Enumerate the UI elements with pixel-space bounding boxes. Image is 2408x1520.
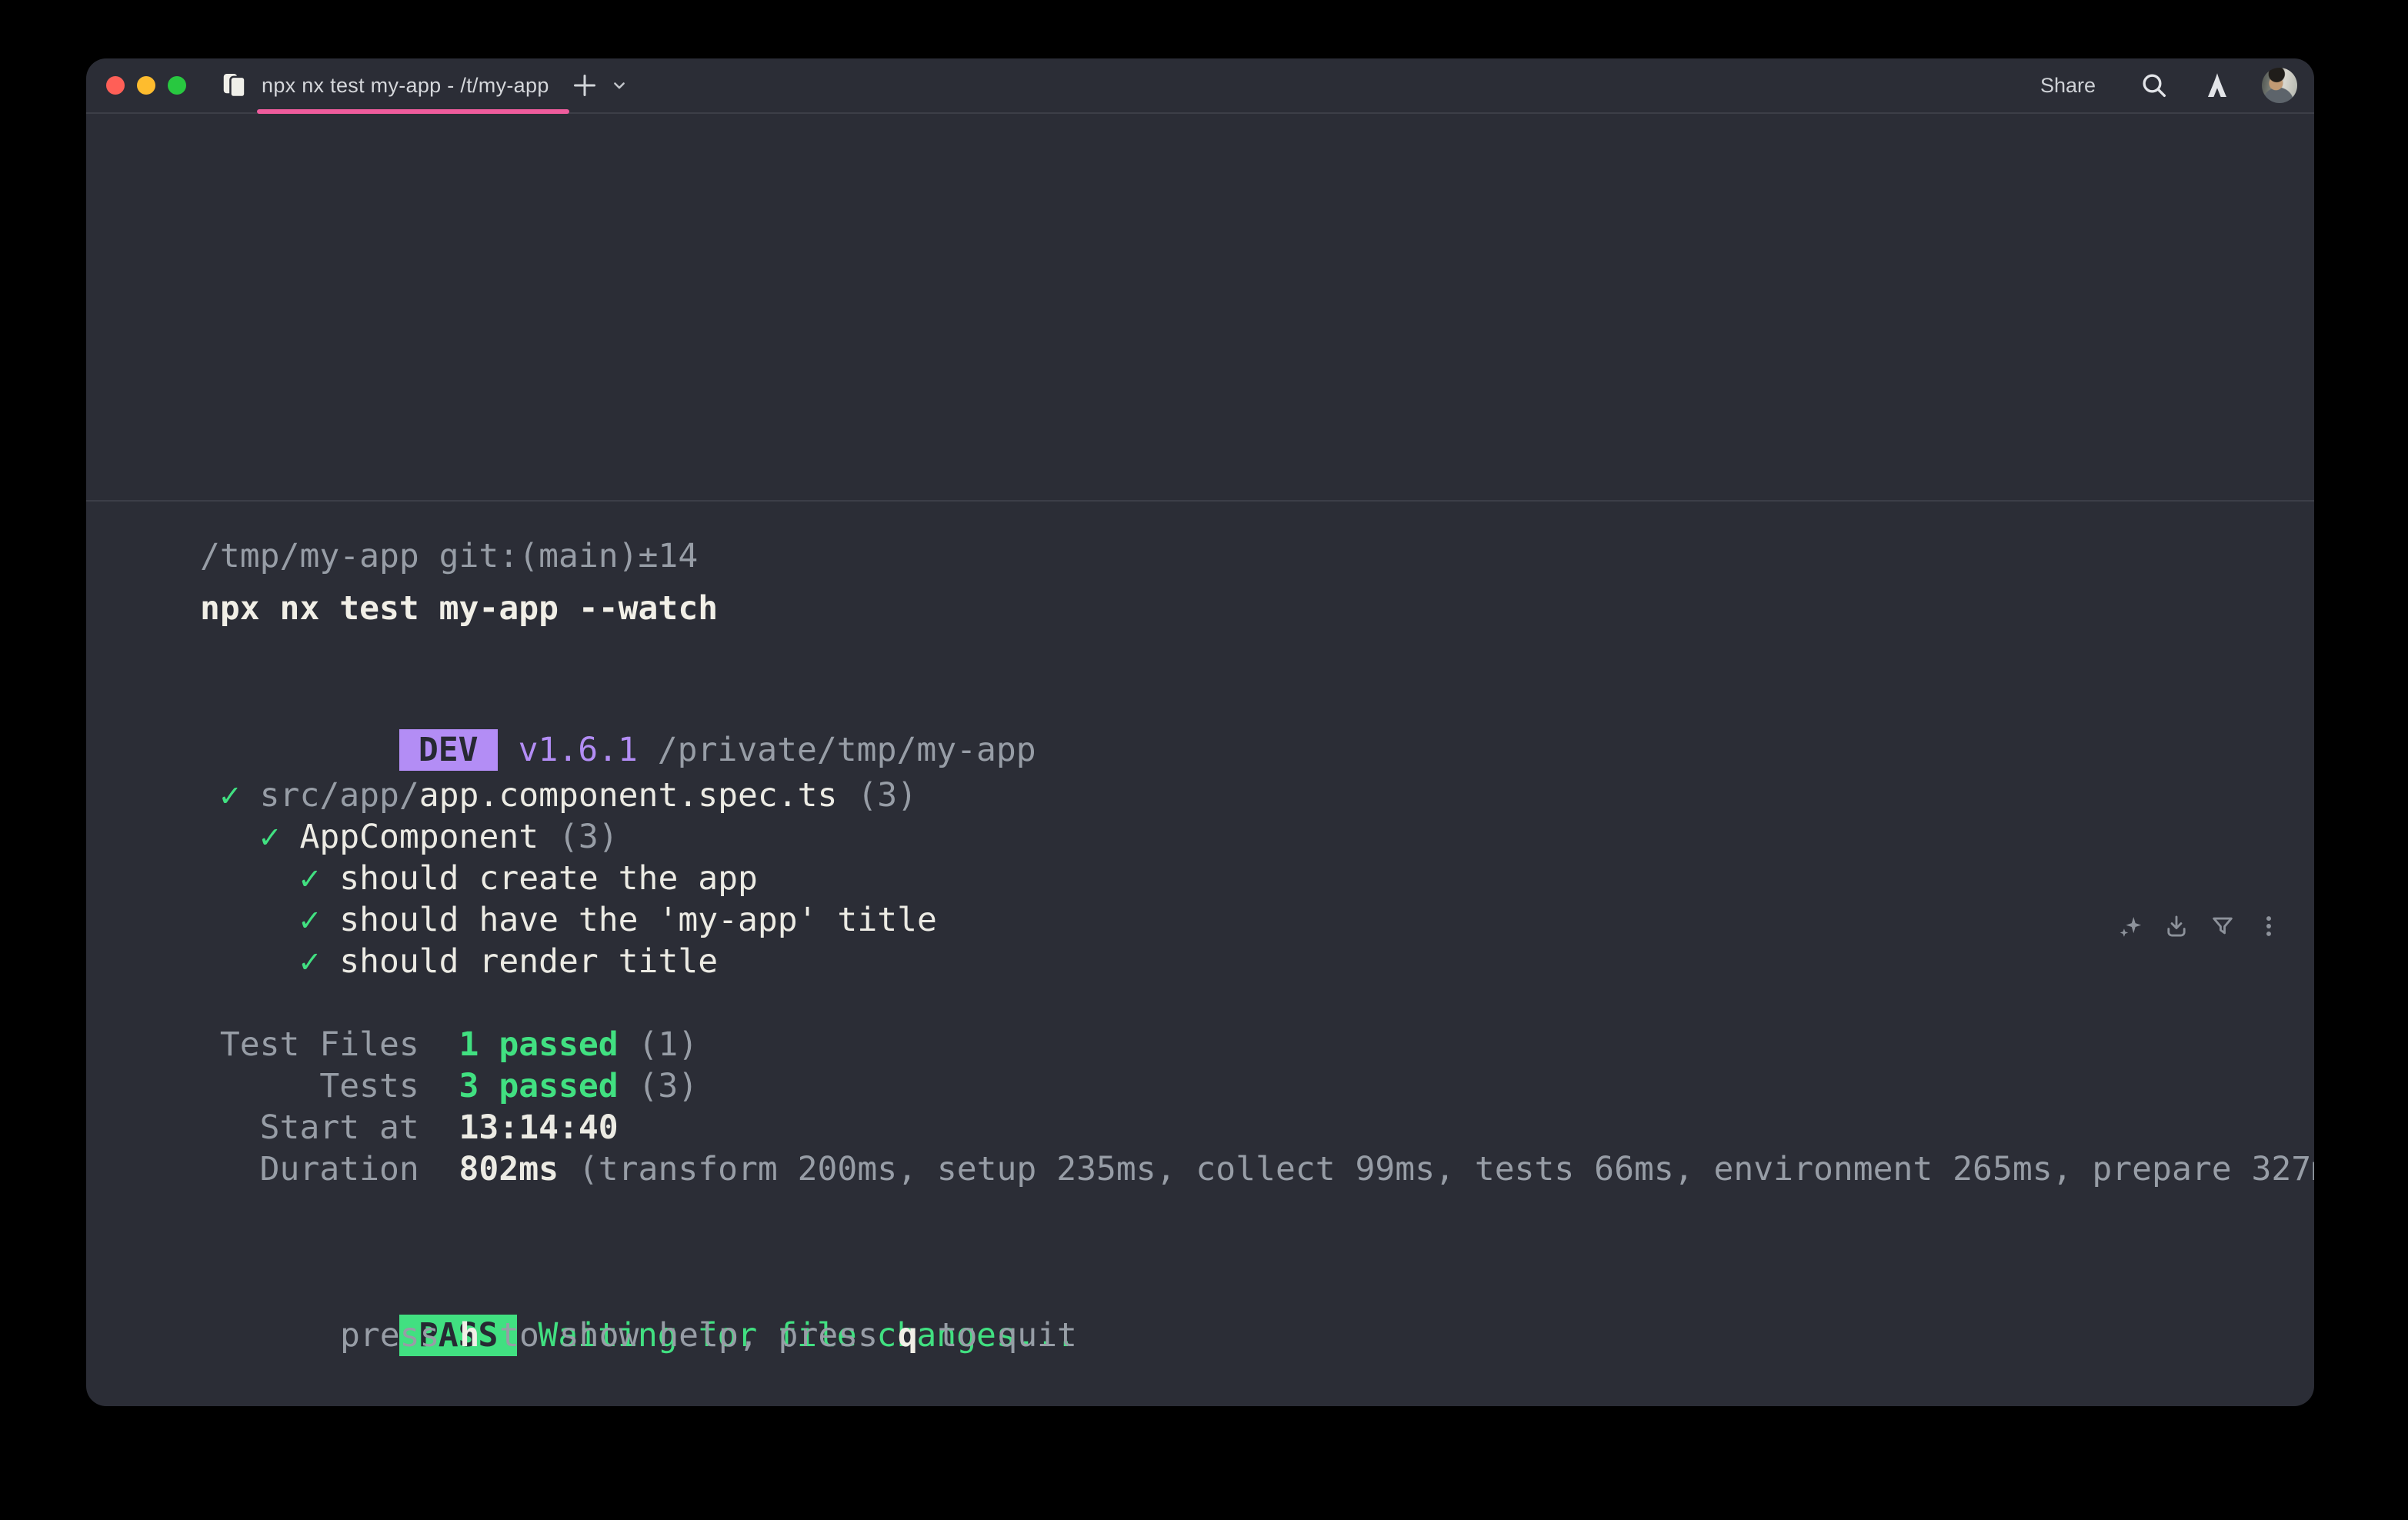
user-avatar[interactable] xyxy=(2262,68,2297,103)
indent xyxy=(200,942,299,981)
chevron-down-icon xyxy=(608,74,631,97)
tab-bar: npx nx test my-app - /t/my-app Share xyxy=(86,58,2314,114)
terminal-window: npx nx test my-app - /t/my-app Share xyxy=(86,58,2314,1406)
key-h: h xyxy=(459,1316,479,1355)
watch-status-line: PASSWaiting for file changes... xyxy=(200,1273,2314,1315)
check-icon: ✓ xyxy=(260,818,280,856)
share-button[interactable]: Share xyxy=(2040,74,2096,98)
test-case-row: ✓ should render title xyxy=(200,941,2314,982)
indent xyxy=(200,776,220,815)
search-icon xyxy=(2139,70,2170,101)
command-string: npx nx test my-app --watch xyxy=(200,589,718,628)
help-text: to show help, press xyxy=(479,1316,898,1355)
test-name: should create the app xyxy=(319,859,758,898)
summary-label: Duration xyxy=(200,1150,459,1188)
prompt-path: /tmp/my-app git:(main)±14 xyxy=(200,537,698,575)
summary-value: 3 passed xyxy=(459,1067,619,1105)
kebab-menu-icon xyxy=(2256,913,2282,939)
summary-value: 802ms xyxy=(459,1150,559,1188)
pages-icon xyxy=(220,71,249,100)
vitest-dev-line: DEVv1.6.1 /private/tmp/my-app xyxy=(200,688,2314,729)
test-suite-row: ✓ AppComponent (3) xyxy=(200,816,2314,858)
tab-bar-right: Share xyxy=(2040,68,2297,103)
help-text: press xyxy=(340,1316,459,1355)
filter-output-button[interactable] xyxy=(2210,913,2236,939)
new-tab-button[interactable] xyxy=(569,70,600,101)
close-window-button[interactable] xyxy=(106,76,125,95)
summary-row-duration: Duration 802ms (transform 200ms, setup 2… xyxy=(200,1148,2314,1190)
tab-title: npx nx test my-app - /t/my-app xyxy=(262,74,549,98)
check-icon: ✓ xyxy=(299,901,319,939)
summary-value: 13:14:40 xyxy=(459,1108,619,1147)
summary-row-start-at: Start at 13:14:40 xyxy=(200,1107,2314,1148)
check-icon: ✓ xyxy=(299,859,319,898)
sparkles-ai-icon xyxy=(2117,913,2143,939)
vitest-version: v1.6.1 xyxy=(519,731,638,769)
check-icon: ✓ xyxy=(220,776,240,815)
plus-icon xyxy=(569,70,600,101)
indent xyxy=(200,901,299,939)
summary-row-test-files: Test Files 1 passed (1) xyxy=(200,1024,2314,1065)
download-icon xyxy=(2163,913,2190,939)
watch-help-line: press h to show help, press q to quit xyxy=(200,1315,2314,1356)
block-action-bar xyxy=(2117,913,2282,939)
indent xyxy=(200,859,299,898)
warp-menu-button[interactable] xyxy=(2202,70,2233,101)
summary-label: Tests xyxy=(200,1067,459,1105)
shell-prompt: /tmp/my-app git:(main)±14 xyxy=(200,535,2314,577)
test-case-row: ✓ should create the app xyxy=(200,858,2314,899)
tab-dropdown-button[interactable] xyxy=(608,74,631,97)
tab-active[interactable]: npx nx test my-app - /t/my-app xyxy=(220,58,549,112)
file-name: app.component.spec.ts xyxy=(419,776,838,815)
project-path: /private/tmp/my-app xyxy=(638,731,1036,769)
summary-value: 1 passed xyxy=(459,1025,619,1064)
suite-name: AppComponent xyxy=(280,818,539,856)
summary-row-tests: Tests 3 passed (3) xyxy=(200,1065,2314,1107)
test-file-row: ✓ src/app/app.component.spec.ts (3) xyxy=(200,775,2314,816)
check-icon: ✓ xyxy=(299,942,319,981)
summary-label: Test Files xyxy=(200,1025,459,1064)
help-text: to quit xyxy=(918,1316,1077,1355)
zoom-window-button[interactable] xyxy=(168,76,186,95)
test-count: (3) xyxy=(837,776,917,815)
summary-extra: (1) xyxy=(619,1025,699,1064)
block-more-menu-button[interactable] xyxy=(2256,913,2282,939)
command-text[interactable]: npx nx test my-app --watch xyxy=(200,588,2314,629)
warp-logo-icon xyxy=(2203,71,2232,100)
ai-explain-button[interactable] xyxy=(2117,913,2143,939)
traffic-lights xyxy=(106,76,186,95)
summary-extra: (transform 200ms, setup 235ms, collect 9… xyxy=(559,1150,2314,1188)
file-dir: src/app/ xyxy=(240,776,419,815)
dev-badge: DEV xyxy=(399,729,498,771)
summary-label: Start at xyxy=(200,1108,459,1147)
desktop: npx nx test my-app - /t/my-app Share xyxy=(0,0,2408,1520)
scrollback-empty-region xyxy=(86,114,2314,502)
indent xyxy=(200,818,260,856)
terminal-viewport: /tmp/my-app git:(main)±14 npx nx test my… xyxy=(86,114,2314,1405)
test-count: (3) xyxy=(539,818,619,856)
search-button[interactable] xyxy=(2139,70,2170,101)
summary-extra: (3) xyxy=(619,1067,699,1105)
test-name: should have the 'my-app' title xyxy=(319,901,937,939)
test-name: should render title xyxy=(319,942,718,981)
filter-icon xyxy=(2210,913,2236,939)
download-output-button[interactable] xyxy=(2163,913,2190,939)
minimize-window-button[interactable] xyxy=(137,76,155,95)
command-block: /tmp/my-app git:(main)±14 npx nx test my… xyxy=(86,502,2314,1356)
test-case-row: ✓ should have the 'my-app' title xyxy=(200,899,2314,941)
key-q: q xyxy=(898,1316,918,1355)
